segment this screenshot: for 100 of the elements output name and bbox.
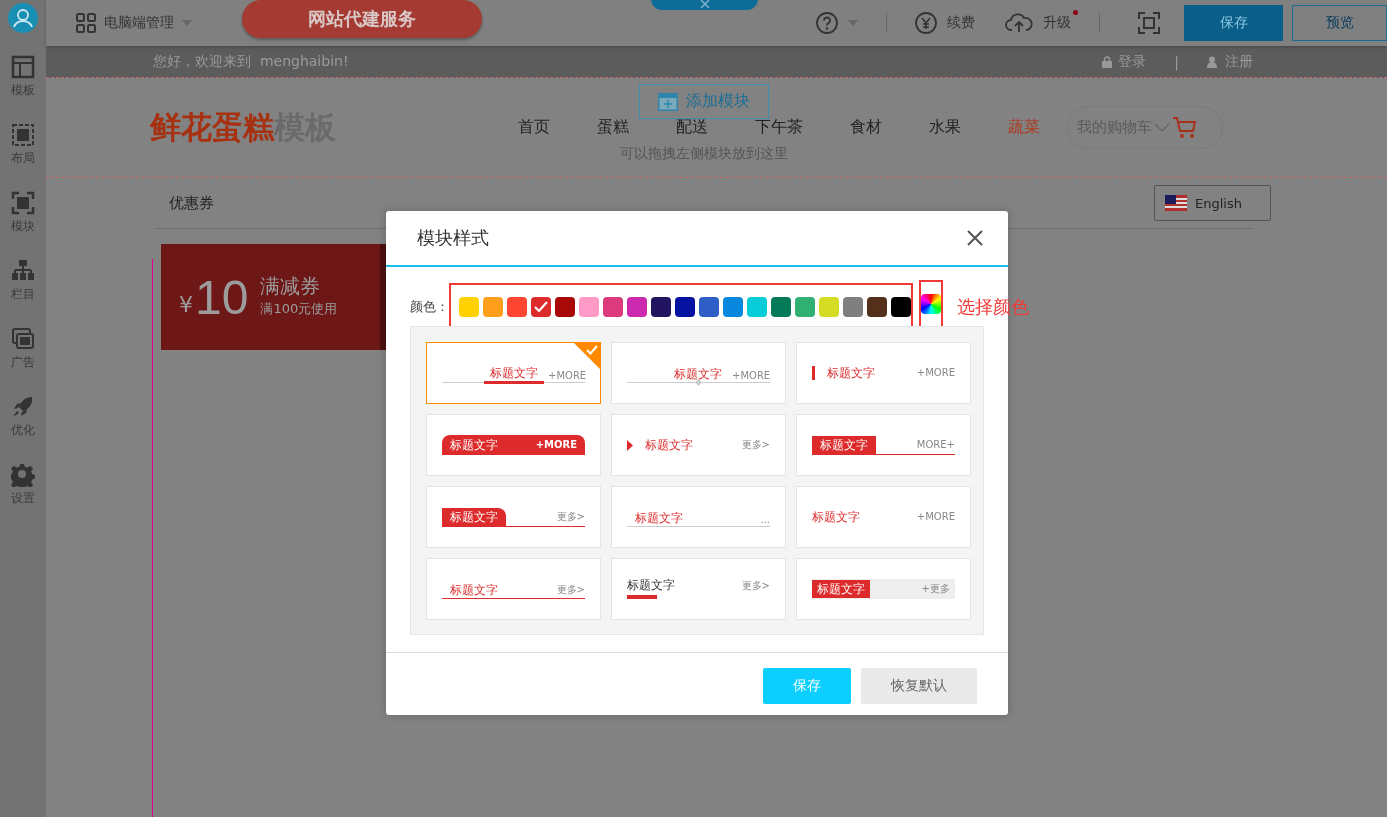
more-link: 更多>: [556, 511, 585, 523]
nav-link[interactable]: 水果: [929, 117, 961, 138]
accent-bar: [812, 366, 815, 380]
sample-title: 标题文字: [450, 437, 498, 453]
help-icon[interactable]: [816, 12, 838, 34]
currency-sign: ¥: [179, 291, 193, 317]
welcome-text: 您好，欢迎来到 menghaibin!: [153, 52, 349, 71]
color-swatch[interactable]: [699, 297, 719, 317]
sample-title: 标题文字: [484, 365, 544, 384]
caret-icon: [848, 20, 858, 26]
color-swatch[interactable]: [531, 297, 551, 317]
cloud-upload-icon: [1005, 13, 1033, 33]
color-swatch[interactable]: [867, 297, 887, 317]
nav-link[interactable]: 配送: [676, 117, 708, 138]
sidebar-item[interactable]: 模板: [11, 82, 35, 99]
style-card[interactable]: 标题文字 +MORE: [426, 342, 601, 404]
color-swatch[interactable]: [555, 297, 575, 317]
rocket-icon[interactable]: [11, 395, 35, 419]
sample-title: 标题文字: [812, 509, 860, 525]
layout-icon[interactable]: [11, 55, 35, 79]
renew-link[interactable]: 续费: [947, 14, 975, 32]
more-link: +更多: [921, 583, 950, 595]
sample-title: 标题文字: [812, 580, 870, 598]
preview-button[interactable]: 预览: [1292, 5, 1387, 41]
sample-title: 标题文字: [635, 510, 683, 526]
reset-button[interactable]: 恢复默认: [861, 668, 977, 704]
language-button[interactable]: English: [1154, 185, 1271, 221]
color-swatch[interactable]: [843, 297, 863, 317]
more-link: 更多>: [741, 580, 770, 592]
user-icon: [1207, 55, 1219, 68]
coupon-title: 满减券: [260, 272, 322, 300]
logo-text: 鲜花蛋糕: [150, 108, 274, 145]
lock-icon: [1102, 55, 1113, 68]
style-card[interactable]: 标题文字 更多>: [426, 558, 601, 620]
nav-link[interactable]: 下午茶: [755, 117, 803, 138]
register-link[interactable]: 注册: [1225, 52, 1253, 71]
fullscreen-icon[interactable]: [1138, 12, 1160, 34]
style-card[interactable]: 标题文字 更多>: [611, 414, 786, 476]
sample-title: 标题文字: [812, 436, 876, 454]
window-plus-icon: [658, 92, 678, 111]
color-swatch[interactable]: [795, 297, 815, 317]
more-link: +MORE: [548, 370, 587, 382]
yen-icon: [915, 12, 937, 34]
sample-title: 标题文字: [627, 577, 675, 593]
gear-icon[interactable]: [11, 463, 35, 487]
color-picker-swatch[interactable]: [921, 294, 941, 314]
more-link: 更多>: [741, 439, 770, 451]
dashed-square-icon[interactable]: [11, 123, 35, 147]
close-icon[interactable]: [966, 229, 984, 247]
focus-square-icon[interactable]: [11, 191, 35, 215]
color-swatch[interactable]: [675, 297, 695, 317]
section-tab[interactable]: 优惠券: [169, 193, 214, 213]
style-card[interactable]: 标题文字 +MORE: [796, 342, 971, 404]
color-swatch[interactable]: [891, 297, 911, 317]
color-swatch[interactable]: [483, 297, 503, 317]
style-card[interactable]: 标题文字 +MORE: [426, 414, 601, 476]
chevron-icon: [1154, 122, 1170, 133]
color-swatch[interactable]: [459, 297, 479, 317]
color-swatch[interactable]: [747, 297, 767, 317]
upgrade-link[interactable]: 升级: [1043, 14, 1071, 32]
separator: |: [1174, 53, 1179, 70]
cart-icon: [1172, 114, 1198, 141]
coupon-amount: 10: [195, 269, 249, 325]
promo-banner[interactable]: 网站代建服务: [242, 0, 482, 38]
style-card[interactable]: 标题文字 MORE+: [796, 414, 971, 476]
flag-icon: [1165, 195, 1187, 211]
triangle-icon: [627, 439, 633, 451]
nav-link[interactable]: 首页: [518, 117, 550, 138]
coupon-condition: 满100元使用: [260, 299, 338, 318]
save-button[interactable]: 保存: [1184, 5, 1283, 41]
color-swatch[interactable]: [627, 297, 647, 317]
selected-corner-icon: [574, 343, 600, 369]
color-swatch[interactable]: [651, 297, 671, 317]
color-swatch[interactable]: [603, 297, 623, 317]
style-card[interactable]: 标题文字 ...: [611, 486, 786, 548]
sample-title: 标题文字: [450, 582, 498, 598]
style-card[interactable]: 标题文字 +MORE: [611, 342, 786, 404]
windows-icon[interactable]: [11, 327, 35, 351]
color-swatch[interactable]: [507, 297, 527, 317]
style-card[interactable]: 标题文字 更多>: [426, 486, 601, 548]
sample-title: 标题文字: [645, 437, 693, 453]
accent-bar: [627, 595, 657, 599]
color-label: 颜色：: [410, 298, 449, 316]
caret-icon: [182, 20, 192, 26]
dialog-title: 模块样式: [417, 226, 489, 250]
color-swatch[interactable]: [819, 297, 839, 317]
style-card[interactable]: 标题文字 +MORE: [796, 486, 971, 548]
login-link[interactable]: 登录: [1118, 52, 1147, 71]
style-card[interactable]: 标题文字 +更多: [796, 558, 971, 620]
site-menu[interactable]: 电脑端管理: [104, 14, 174, 32]
check-icon: [534, 301, 548, 313]
nav-link[interactable]: 蛋糕: [597, 117, 629, 138]
nav-link[interactable]: 食材: [850, 117, 882, 138]
color-swatch[interactable]: [723, 297, 743, 317]
color-swatch[interactable]: [771, 297, 791, 317]
close-icon: [699, 0, 710, 8]
color-swatch[interactable]: [579, 297, 599, 317]
sitemap-icon[interactable]: [11, 259, 35, 283]
style-card[interactable]: 标题文字 更多>: [611, 558, 786, 620]
avatar-icon: [8, 3, 38, 33]
